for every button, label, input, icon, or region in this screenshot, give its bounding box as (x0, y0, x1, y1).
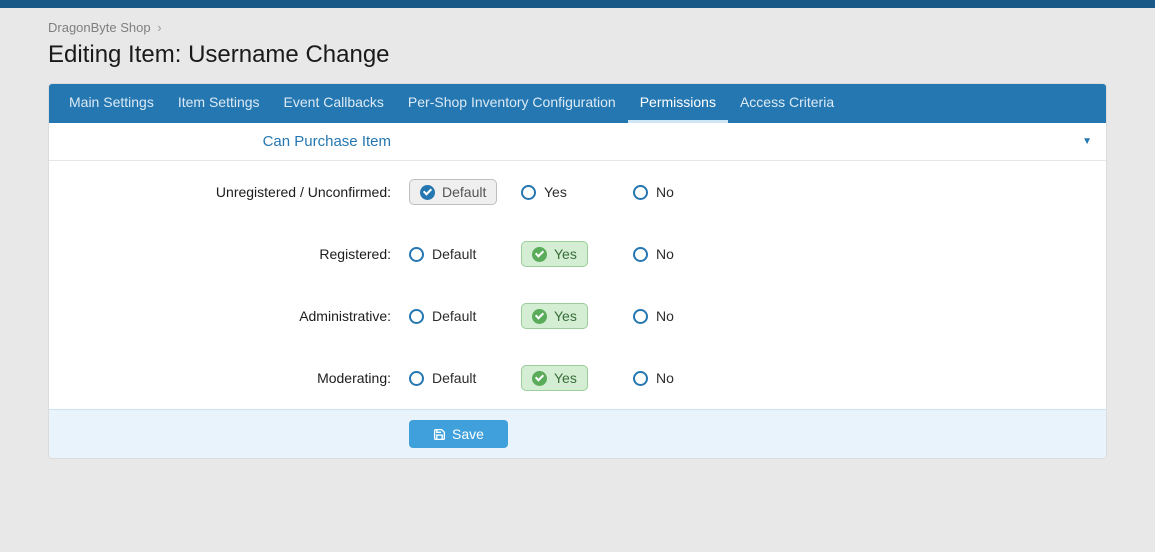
check-icon (532, 371, 547, 386)
radio-icon (409, 309, 424, 324)
breadcrumb: DragonByte Shop › (48, 20, 1107, 35)
option-label: Default (432, 246, 476, 262)
radio-icon (633, 247, 648, 262)
option-no[interactable]: No (633, 370, 745, 386)
option-label: Yes (554, 370, 577, 386)
permission-row: Unregistered / Unconfirmed: Default Yes (49, 161, 1106, 223)
option-yes[interactable]: Yes (521, 365, 588, 391)
radio-icon (633, 371, 648, 386)
option-label: Yes (544, 184, 567, 200)
tab-event-callbacks[interactable]: Event Callbacks (272, 84, 396, 123)
check-icon (532, 309, 547, 324)
option-yes[interactable]: Yes (521, 184, 633, 200)
section-title: Can Purchase Item (63, 133, 409, 150)
option-no[interactable]: No (633, 184, 745, 200)
chevron-right-icon: › (157, 20, 161, 35)
section-header[interactable]: Can Purchase Item ▼ (49, 123, 1106, 161)
radio-icon (633, 309, 648, 324)
option-label: Yes (554, 308, 577, 324)
row-options: Default Yes No (409, 303, 745, 329)
caret-down-icon: ▼ (1082, 136, 1092, 147)
row-label: Moderating: (63, 370, 409, 386)
option-default[interactable]: Default (409, 246, 521, 262)
tab-per-shop-inventory[interactable]: Per-Shop Inventory Configuration (396, 84, 628, 123)
option-label: Default (432, 308, 476, 324)
save-icon (433, 428, 446, 441)
tab-permissions[interactable]: Permissions (628, 84, 728, 123)
radio-icon (521, 185, 536, 200)
option-yes[interactable]: Yes (521, 241, 588, 267)
save-button[interactable]: Save (409, 420, 508, 448)
option-label: Yes (554, 246, 577, 262)
tab-access-criteria[interactable]: Access Criteria (728, 84, 846, 123)
panel: Main Settings Item Settings Event Callba… (48, 83, 1107, 459)
row-label: Registered: (63, 246, 409, 262)
tabs: Main Settings Item Settings Event Callba… (49, 84, 1106, 123)
breadcrumb-parent[interactable]: DragonByte Shop (48, 20, 151, 35)
option-label: Default (432, 370, 476, 386)
option-no[interactable]: No (633, 246, 745, 262)
option-label: No (656, 246, 674, 262)
row-label: Administrative: (63, 308, 409, 324)
save-label: Save (452, 426, 484, 442)
radio-icon (633, 185, 648, 200)
radio-icon (409, 371, 424, 386)
row-options: Default Yes No (409, 179, 745, 205)
permission-row: Moderating: Default Yes (49, 347, 1106, 409)
tab-main-settings[interactable]: Main Settings (57, 84, 166, 123)
page-title: Editing Item: Username Change (48, 41, 1107, 69)
panel-footer: Save (49, 409, 1106, 458)
option-label: Default (442, 184, 486, 200)
top-accent-bar (0, 0, 1155, 8)
check-icon (420, 185, 435, 200)
option-label: No (656, 370, 674, 386)
row-options: Default Yes No (409, 241, 745, 267)
option-default[interactable]: Default (409, 370, 521, 386)
permission-row: Registered: Default Yes (49, 223, 1106, 285)
permission-row: Administrative: Default Yes (49, 285, 1106, 347)
option-yes[interactable]: Yes (521, 303, 588, 329)
option-label: No (656, 308, 674, 324)
option-default[interactable]: Default (409, 308, 521, 324)
row-options: Default Yes No (409, 365, 745, 391)
option-label: No (656, 184, 674, 200)
option-default[interactable]: Default (409, 179, 497, 205)
row-label: Unregistered / Unconfirmed: (63, 184, 409, 200)
radio-icon (409, 247, 424, 262)
tab-item-settings[interactable]: Item Settings (166, 84, 272, 123)
check-icon (532, 247, 547, 262)
option-no[interactable]: No (633, 308, 745, 324)
